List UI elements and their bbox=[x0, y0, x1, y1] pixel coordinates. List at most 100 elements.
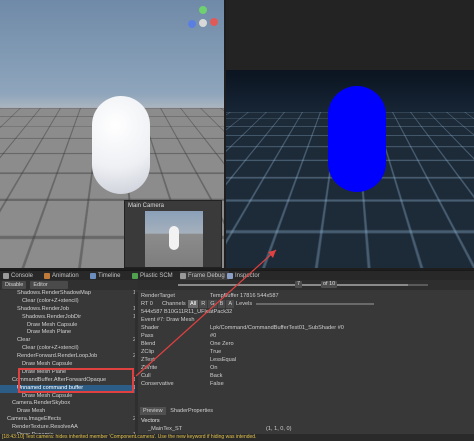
event-title-row: Event #7: Draw Mesh bbox=[138, 316, 474, 324]
disable-button[interactable]: Disable bbox=[2, 281, 27, 289]
property-key: Shader bbox=[141, 325, 160, 331]
console-icon bbox=[3, 273, 9, 279]
size-row: 544x587 B10G11R11_UFloatPack32 bbox=[138, 308, 474, 316]
tab-label: Plastic SCM bbox=[140, 273, 173, 279]
tree-item-label: Draw Mesh bbox=[17, 408, 46, 415]
event-title: Event #7: Draw Mesh bbox=[141, 317, 195, 323]
tab-preview[interactable]: Preview bbox=[140, 407, 166, 415]
tree-item-label: CommandBuffer.AfterForwardOpaque bbox=[12, 376, 107, 383]
tree-item[interactable]: Draw Mesh bbox=[0, 408, 138, 416]
gizmo-x-icon[interactable] bbox=[210, 18, 218, 26]
tree-item[interactable]: Shadows.RenderShadowMap1 bbox=[0, 290, 138, 298]
bottom-tab-bar: Console Animation Timeline Plastic SCM F… bbox=[0, 270, 474, 281]
plastic-scm-icon bbox=[132, 273, 138, 279]
tree-item[interactable]: Unnamed command buffer1 bbox=[0, 384, 138, 393]
property-key: Pass bbox=[141, 333, 154, 339]
tab-label: Timeline bbox=[98, 273, 121, 279]
gizmo-center-icon[interactable] bbox=[199, 19, 207, 27]
tree-item[interactable]: Draw Mesh Plane bbox=[0, 369, 138, 377]
levels-slider[interactable] bbox=[256, 303, 374, 305]
property-value: #0 bbox=[210, 333, 217, 339]
tree-item-label: Camera.ImageEffects bbox=[7, 416, 61, 423]
vectors-label: Vectors bbox=[141, 418, 160, 424]
channels-label: Channels bbox=[162, 301, 186, 307]
channel-button[interactable]: G bbox=[208, 300, 217, 308]
blue-capsule bbox=[328, 86, 386, 192]
event-index-field[interactable]: 7 bbox=[295, 281, 303, 288]
tree-item[interactable]: RenderTexture.ResolveAA bbox=[0, 424, 138, 432]
game-view[interactable] bbox=[226, 0, 474, 268]
tree-item-label: Draw Mesh Capsule bbox=[22, 361, 73, 368]
property-value: Lpk/Command/CommandBufferTest01_SubShade… bbox=[210, 325, 344, 331]
target-dropdown[interactable]: Editor bbox=[30, 281, 68, 289]
property-value: True bbox=[210, 349, 222, 355]
frame-debug-icon bbox=[180, 273, 186, 279]
property-value: On bbox=[210, 365, 218, 371]
property-row: Pass #0 bbox=[138, 332, 474, 340]
property-row: Shader Lpk/Command/CommandBufferTest01_Su… bbox=[138, 324, 474, 332]
tree-item[interactable]: Shadows.RenderJob1 bbox=[0, 306, 138, 314]
gizmo-y-icon[interactable] bbox=[199, 6, 207, 14]
scene-view[interactable]: Main Camera bbox=[0, 0, 224, 268]
channels-row: RT 0 Channels All R G B A Levels bbox=[138, 300, 474, 308]
event-total-label: of 10 bbox=[321, 281, 338, 288]
animation-icon bbox=[44, 273, 50, 279]
tab-shader-properties[interactable]: ShaderProperties bbox=[167, 407, 216, 415]
tree-item-label: RenderForward.RenderLoopJob bbox=[17, 353, 98, 360]
event-properties: Shader Lpk/Command/CommandBufferTest01_Su… bbox=[138, 324, 474, 388]
render-target-label: RenderTarget bbox=[141, 293, 175, 299]
tree-item[interactable]: Clear (color+Z+stencil) bbox=[0, 298, 138, 306]
tree-item[interactable]: Draw Mesh Capsule bbox=[0, 361, 138, 369]
property-row: Blend One Zero bbox=[138, 340, 474, 348]
tree-item-label: Shadows.RenderJobDir bbox=[22, 313, 82, 320]
inspector-icon bbox=[227, 273, 233, 279]
property-key: ZTest bbox=[141, 357, 155, 363]
vectors-row: Vectors bbox=[138, 417, 474, 425]
property-row: Conservative False bbox=[138, 380, 474, 388]
scene-orientation-gizmo[interactable] bbox=[184, 4, 222, 42]
tab-label: Frame Debug bbox=[188, 273, 225, 279]
tab-label: Console bbox=[11, 273, 34, 279]
frame-debug-toolbar: Disable Editor bbox=[0, 280, 138, 290]
tree-item-label: Draw Mesh Capsule bbox=[27, 321, 78, 328]
tree-item[interactable]: Draw Mesh Plane bbox=[0, 329, 138, 337]
vector-name: _MainTex_ST bbox=[148, 426, 183, 432]
property-value: False bbox=[210, 381, 224, 387]
tree-item[interactable]: RenderForward.RenderLoopJob2 bbox=[0, 353, 138, 361]
property-key: Blend bbox=[141, 341, 156, 347]
event-slider[interactable] bbox=[178, 284, 428, 286]
property-row: ZClip True bbox=[138, 348, 474, 356]
levels-label: Levels bbox=[236, 301, 253, 307]
details-subtabs: Preview ShaderProperties bbox=[140, 407, 216, 415]
tree-item[interactable]: Camera.ImageEffects2 bbox=[0, 416, 138, 424]
tree-item-label: Draw Mesh Plane bbox=[22, 368, 67, 375]
tree-rows: Shadows.RenderShadowMap1Clear (color+Z+s… bbox=[0, 290, 138, 441]
property-value: Back bbox=[210, 373, 223, 379]
property-key: ZClip bbox=[141, 349, 155, 355]
tree-item[interactable]: Shadows.RenderJobDir1 bbox=[0, 314, 138, 322]
gizmo-z-icon[interactable] bbox=[188, 20, 196, 28]
tree-item[interactable]: Clear (color+Z+stencil) bbox=[0, 345, 138, 353]
channel-button[interactable]: All bbox=[188, 300, 199, 308]
property-row: Cull Back bbox=[138, 372, 474, 380]
vector-value: (1, 1, 0, 0) bbox=[266, 426, 292, 432]
channel-button[interactable]: A bbox=[226, 300, 235, 308]
tree-item[interactable]: Clear2 bbox=[0, 337, 138, 345]
channel-button[interactable]: B bbox=[217, 300, 226, 308]
tree-item[interactable]: Camera.RenderSkybox bbox=[0, 400, 138, 408]
tree-item[interactable]: CommandBuffer.AfterForwardOpaque1 bbox=[0, 377, 138, 385]
tree-item-label: Unnamed command buffer bbox=[17, 384, 84, 391]
console-status-line[interactable]: [18:43:10] Test camera: hides inherited … bbox=[0, 434, 474, 441]
tree-item-label: Clear bbox=[17, 337, 31, 344]
tree-item[interactable]: Draw Mesh Capsule bbox=[0, 322, 138, 330]
tree-item[interactable]: Draw Mesh Capsule bbox=[0, 393, 138, 401]
property-row: ZTest LessEqual bbox=[138, 356, 474, 364]
channel-button[interactable]: R bbox=[199, 300, 208, 308]
white-capsule[interactable] bbox=[92, 96, 150, 194]
rt-dropdown[interactable]: RT 0 bbox=[141, 300, 153, 308]
tree-item-label: Draw Mesh Capsule bbox=[22, 392, 73, 399]
render-target-row: RenderTarget TempBuffer 17816 544x587 bbox=[138, 292, 474, 300]
tree-item-label: Clear (color+Z+stencil) bbox=[22, 345, 79, 352]
property-row: ZWrite On bbox=[138, 364, 474, 372]
timeline-icon bbox=[90, 273, 96, 279]
